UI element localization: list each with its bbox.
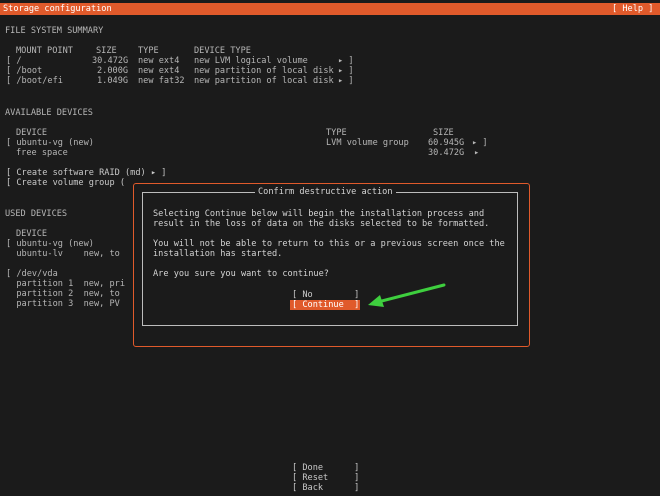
chevron-right-icon: ▸ ] <box>338 76 354 86</box>
available-col-size: SIZE <box>433 128 454 138</box>
create-volume-group-button[interactable]: [ Create volume group ( <box>6 178 125 188</box>
help-button[interactable]: [ Help ] <box>612 4 653 14</box>
chevron-right-icon: ▸ <box>474 148 480 158</box>
col-type: TYPE <box>138 46 159 56</box>
chevron-right-icon: ▸ ] <box>472 138 488 148</box>
back-button[interactable]: [ Back ] <box>292 483 359 493</box>
chevron-right-icon: ▸ ] <box>338 66 354 76</box>
available-heading: AVAILABLE DEVICES <box>5 108 93 118</box>
no-button[interactable]: [ No ] <box>292 290 359 300</box>
chevron-right-icon: ▸ ] <box>338 56 354 66</box>
create-raid-button[interactable]: [ Create software RAID (md) ▸ ] <box>6 168 166 178</box>
col-device-type: DEVICE TYPE <box>194 46 251 56</box>
col-size: SIZE <box>96 46 117 56</box>
dialog-title: Confirm destructive action <box>255 187 396 197</box>
dialog-text-line-1: Selecting Continue below will begin the … <box>153 209 485 219</box>
used-row-partition-1[interactable]: partition 1 new, pri <box>6 279 125 289</box>
used-row-partition-2[interactable]: partition 2 new, to <box>6 289 119 299</box>
used-col-device: DEVICE <box>16 229 48 239</box>
used-heading: USED DEVICES <box>5 209 68 219</box>
dialog-question: Are you sure you want to continue? <box>153 269 329 279</box>
reset-button[interactable]: [ Reset ] <box>292 473 359 483</box>
used-row-partition-3[interactable]: partition 3 new, PV <box>6 299 119 309</box>
col-mount-point: MOUNT POINT <box>16 46 73 56</box>
header-bar: Storage configuration [ Help ] <box>0 3 660 15</box>
dialog-text-line-3: You will not be able to return to this o… <box>153 239 505 249</box>
fs-summary-heading: FILE SYSTEM SUMMARY <box>5 26 104 36</box>
page-title: Storage configuration <box>3 4 112 14</box>
continue-button[interactable]: [ Continue ] <box>290 300 360 310</box>
dialog-text-line-4: installation has started. <box>153 249 283 259</box>
used-row-ubuntu-lv[interactable]: ubuntu-lv new, to <box>6 249 119 259</box>
available-col-type: TYPE <box>326 128 347 138</box>
green-arrow-icon <box>368 283 446 307</box>
available-col-device: DEVICE <box>16 128 48 138</box>
dialog-text-line-2: result in the loss of data on the disks … <box>153 219 490 229</box>
done-button[interactable]: [ Done ] <box>292 463 359 473</box>
used-row-dev-vda[interactable]: [ /dev/vda <box>6 269 58 279</box>
used-row-ubuntu-vg[interactable]: [ ubuntu-vg (new) <box>6 239 94 249</box>
